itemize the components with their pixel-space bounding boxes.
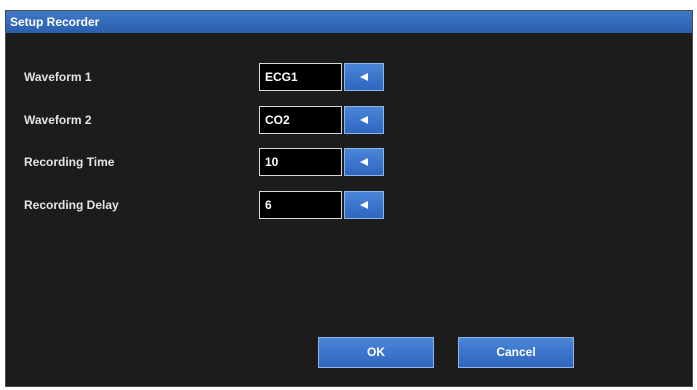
- triangle-left-icon: [360, 73, 368, 81]
- setting-row-recording-delay: Recording Delay 6: [6, 191, 692, 221]
- triangle-left-icon: [360, 116, 368, 124]
- cancel-button[interactable]: Cancel: [458, 337, 574, 368]
- waveform-2-select-button[interactable]: [344, 106, 384, 134]
- recording-time-label: Recording Time: [24, 155, 115, 169]
- recording-time-value[interactable]: 10: [259, 148, 342, 176]
- waveform-1-select-button[interactable]: [344, 63, 384, 91]
- recording-delay-value[interactable]: 6: [259, 191, 342, 219]
- waveform-1-label: Waveform 1: [24, 70, 92, 84]
- dialog-title: Setup Recorder: [6, 11, 692, 33]
- recording-time-select-button[interactable]: [344, 148, 384, 176]
- recording-delay-select-button[interactable]: [344, 191, 384, 219]
- setting-row-waveform-2: Waveform 2 CO2: [6, 106, 692, 136]
- recording-delay-label: Recording Delay: [24, 198, 119, 212]
- setting-row-recording-time: Recording Time 10: [6, 148, 692, 178]
- waveform-1-value[interactable]: ECG1: [259, 63, 342, 91]
- waveform-2-label: Waveform 2: [24, 113, 92, 127]
- setting-row-waveform-1: Waveform 1 ECG1: [6, 63, 692, 93]
- triangle-left-icon: [360, 158, 368, 166]
- waveform-2-value[interactable]: CO2: [259, 106, 342, 134]
- ok-button[interactable]: OK: [318, 337, 434, 368]
- setup-recorder-dialog: Setup Recorder Waveform 1 ECG1 Waveform …: [5, 10, 693, 387]
- triangle-left-icon: [360, 201, 368, 209]
